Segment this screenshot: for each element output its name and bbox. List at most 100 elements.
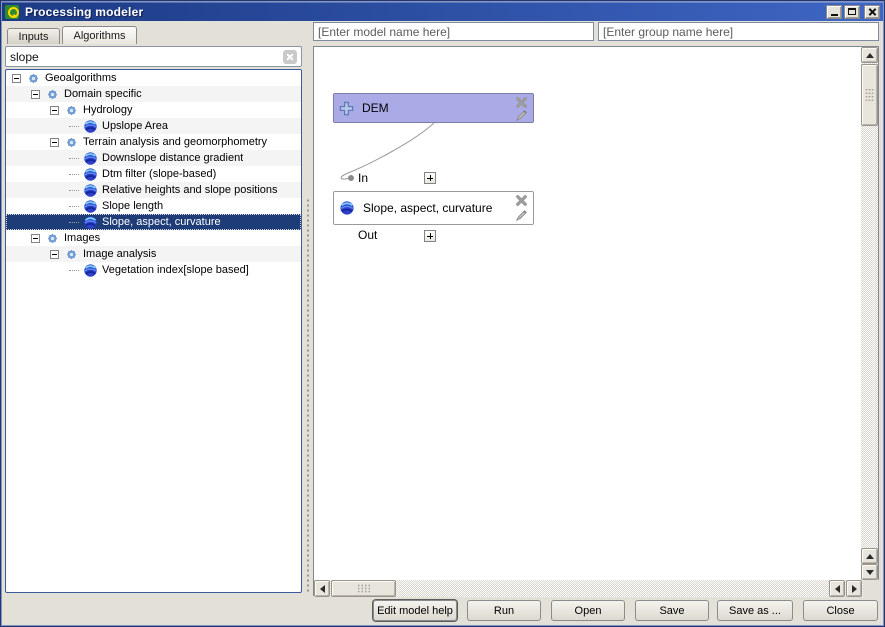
collapse-expander-icon[interactable]	[12, 74, 21, 83]
model-name-input[interactable]	[313, 22, 594, 41]
tree-branch-guide	[69, 174, 79, 175]
tree-item-label: Hydrology	[83, 104, 133, 116]
gear-icon	[64, 103, 79, 118]
tab-algorithms[interactable]: Algorithms	[62, 26, 137, 44]
horizontal-scroll-thumb[interactable]	[331, 580, 396, 597]
tree-item[interactable]: Domain specific	[6, 86, 301, 102]
tree-item[interactable]: Slope, aspect, curvature	[6, 214, 301, 230]
model-input-node[interactable]: DEM	[333, 93, 534, 123]
qgis-app-icon	[5, 5, 19, 19]
arrow-up-icon	[866, 53, 874, 58]
minimize-icon	[831, 14, 838, 16]
close-button[interactable]	[864, 5, 880, 19]
vertical-scroll-thumb[interactable]	[861, 64, 878, 126]
algorithm-node-label: Slope, aspect, curvature	[363, 201, 515, 215]
tree-item[interactable]: Images	[6, 230, 301, 246]
arrow-left-icon	[835, 585, 840, 593]
delete-node-icon[interactable]	[515, 96, 528, 109]
tab-inputs[interactable]: Inputs	[7, 28, 60, 44]
saga-algorithm-icon	[83, 263, 98, 278]
collapse-expander-icon[interactable]	[50, 106, 59, 115]
delete-node-icon[interactable]	[515, 194, 528, 207]
group-name-input[interactable]	[598, 22, 879, 41]
close-dialog-button[interactable]: Close	[803, 600, 878, 621]
search-input[interactable]	[6, 50, 283, 64]
tree-item-label: Terrain analysis and geomorphometry	[83, 136, 267, 148]
thumb-grip	[357, 584, 371, 593]
scroll-track[interactable]	[314, 580, 863, 597]
gear-icon	[45, 231, 60, 246]
tree-item-label: Slope, aspect, curvature	[102, 216, 221, 228]
tree-item[interactable]: Downslope distance gradient	[6, 150, 301, 166]
out-expand-button[interactable]	[424, 230, 436, 242]
canvas-horizontal-scrollbar[interactable]	[314, 580, 863, 597]
edit-model-help-button[interactable]: Edit model help	[373, 600, 457, 621]
algorithm-tree[interactable]: Geoalgorithms Domain specific Hydrology Ups…	[5, 69, 302, 593]
saga-algorithm-icon	[83, 183, 98, 198]
saga-algorithm-icon	[339, 200, 355, 216]
tree-item[interactable]: Vegetation index[slope based]	[6, 262, 301, 278]
scroll-right-button[interactable]	[846, 580, 862, 597]
scroll-left-button[interactable]	[314, 580, 330, 597]
arrow-down-icon	[866, 570, 874, 575]
plus-icon	[339, 101, 354, 116]
gear-icon	[26, 71, 41, 86]
tree-item[interactable]: Terrain analysis and geomorphometry	[6, 134, 301, 150]
minimize-button[interactable]	[826, 5, 842, 19]
tree-item-label: Domain specific	[64, 88, 142, 100]
scroll-track[interactable]	[861, 47, 878, 580]
edit-node-icon[interactable]	[515, 109, 528, 122]
algorithm-search-box	[5, 46, 302, 67]
thumb-grip	[865, 88, 874, 102]
maximize-icon	[848, 8, 856, 15]
gear-icon	[64, 247, 79, 262]
scroll-left-button-right[interactable]	[829, 580, 845, 597]
panel-splitter-handle[interactable]	[305, 198, 310, 594]
open-button[interactable]: Open	[551, 600, 625, 621]
tree-item[interactable]: Geoalgorithms	[6, 70, 301, 86]
collapse-expander-icon[interactable]	[50, 138, 59, 147]
model-canvas[interactable]: DEM In Slope, aspect, curvature	[313, 46, 879, 596]
scroll-up-button[interactable]	[861, 47, 878, 63]
tree-item-label: Image analysis	[83, 248, 156, 260]
processing-modeler-window: Processing modeler Inputs Algorithms Geo…	[0, 0, 885, 627]
saga-algorithm-icon	[83, 199, 98, 214]
window-title: Processing modeler	[25, 5, 826, 19]
edit-node-icon[interactable]	[515, 209, 528, 222]
save-button[interactable]: Save	[635, 600, 709, 621]
scroll-up-button-bottom[interactable]	[861, 548, 878, 564]
tree-branch-guide	[69, 222, 79, 223]
save-as-button[interactable]: Save as ...	[717, 600, 793, 621]
arrow-up-icon	[866, 554, 874, 559]
scrollbar-corner	[863, 580, 880, 597]
tree-item[interactable]: Image analysis	[6, 246, 301, 262]
close-icon	[868, 7, 877, 16]
tree-item-label: Geoalgorithms	[45, 72, 117, 84]
tree-item[interactable]: Slope length	[6, 198, 301, 214]
arrow-left-icon	[320, 585, 325, 593]
connection-line	[314, 47, 863, 580]
in-port-label: In	[358, 171, 368, 185]
saga-algorithm-icon	[83, 167, 98, 182]
canvas-vertical-scrollbar[interactable]	[861, 47, 878, 580]
collapse-expander-icon[interactable]	[31, 234, 40, 243]
tree-item[interactable]: Dtm filter (slope-based)	[6, 166, 301, 182]
collapse-expander-icon[interactable]	[50, 250, 59, 259]
tree-item[interactable]: Hydrology	[6, 102, 301, 118]
tree-item[interactable]: Upslope Area	[6, 118, 301, 134]
scroll-down-button[interactable]	[861, 564, 878, 580]
tree-branch-guide	[69, 126, 79, 127]
collapse-expander-icon[interactable]	[31, 90, 40, 99]
titlebar[interactable]: Processing modeler	[2, 2, 883, 21]
saga-algorithm-icon	[83, 119, 98, 134]
algorithm-node[interactable]: Slope, aspect, curvature	[333, 191, 534, 225]
tree-item[interactable]: Relative heights and slope positions	[6, 182, 301, 198]
saga-algorithm-icon	[83, 151, 98, 166]
run-button[interactable]: Run	[467, 600, 541, 621]
tree-item-label: Slope length	[102, 200, 163, 212]
maximize-button[interactable]	[844, 5, 860, 19]
in-expand-button[interactable]	[424, 172, 436, 184]
tree-branch-guide	[69, 270, 79, 271]
out-port-label: Out	[358, 228, 377, 242]
clear-search-icon[interactable]	[283, 50, 297, 64]
